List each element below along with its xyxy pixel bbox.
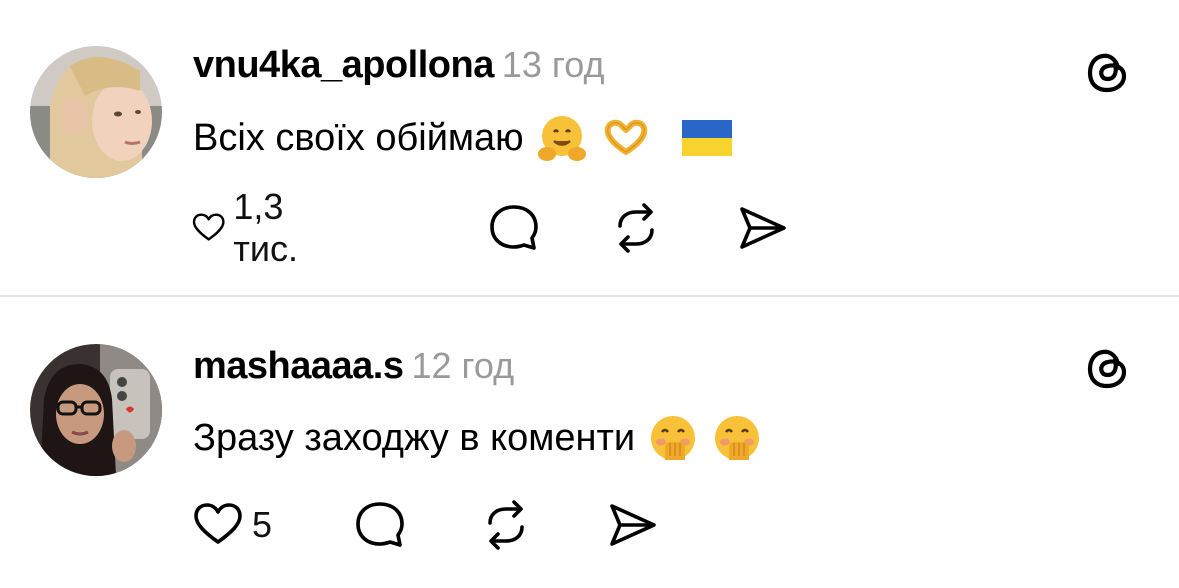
threads-logo-icon[interactable] <box>1082 46 1134 98</box>
comment-button[interactable] <box>486 200 542 256</box>
comment-item: vnu4ka_apollona 13 год Всіх своїх обіймаю <box>0 0 1179 295</box>
heart-icon <box>192 213 225 241</box>
comment-bubble-icon <box>490 205 538 250</box>
username[interactable]: vnu4ka_apollona <box>193 44 494 86</box>
username[interactable]: mashaaaa.s <box>193 345 404 387</box>
like-count: 5 <box>252 504 273 545</box>
avatar[interactable] <box>30 344 162 476</box>
threads-logo-icon[interactable] <box>1082 342 1134 394</box>
comment-header: mashaaaa.s 12 год <box>193 345 514 388</box>
comment-button[interactable] <box>352 497 408 553</box>
share-button[interactable] <box>734 200 790 256</box>
comment-header: vnu4ka_apollona 13 год <box>193 44 604 87</box>
repost-icon <box>488 500 524 550</box>
avatar[interactable] <box>30 46 162 178</box>
like-button[interactable]: 5 <box>190 497 272 553</box>
repost-icon <box>618 203 654 253</box>
comment-text-label: Зразу заходжу в коменти <box>193 416 636 459</box>
timestamp: 12 год <box>411 345 515 386</box>
share-button[interactable] <box>604 497 660 553</box>
hugging-face-emoji <box>536 112 588 164</box>
repost-button[interactable] <box>478 497 534 553</box>
send-icon <box>740 207 786 249</box>
face-with-hand-over-mouth-emoji <box>647 412 699 464</box>
send-icon <box>610 504 656 546</box>
ukraine-flag-emoji <box>680 118 734 158</box>
repost-button[interactable] <box>608 200 664 256</box>
face-with-hand-over-mouth-emoji <box>711 412 763 464</box>
like-count: 1,3 тис. <box>233 186 298 269</box>
like-button[interactable]: 1,3 тис. <box>190 186 317 269</box>
comment-text-label: Всіх своїх обіймаю <box>193 116 524 159</box>
comment-item: mashaaaa.s 12 год Зразу заходжу в коменти <box>0 297 1179 588</box>
comment-text: Всіх своїх обіймаю <box>193 112 734 164</box>
heart-icon <box>194 503 242 544</box>
comment-bubble-icon <box>356 502 404 547</box>
timestamp: 13 год <box>501 44 605 85</box>
heart-hands-emoji <box>600 112 652 164</box>
comment-text: Зразу заходжу в коменти <box>193 412 763 464</box>
